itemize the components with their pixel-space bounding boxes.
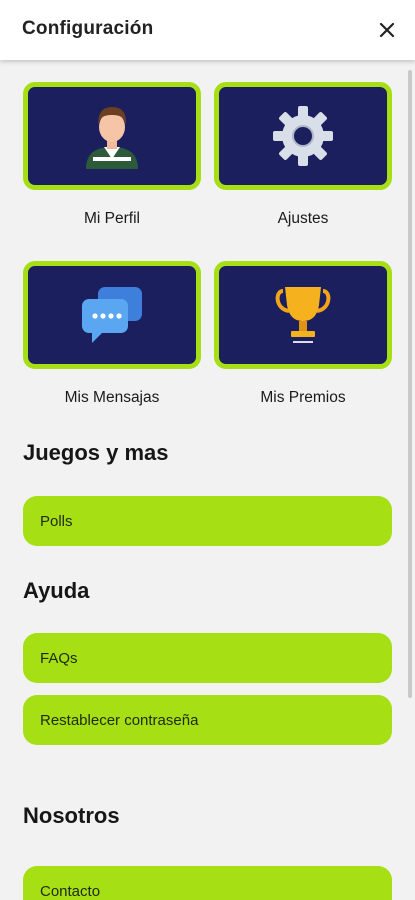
messages-button[interactable] [23, 261, 201, 369]
app-header: Configuración [0, 0, 415, 60]
tile-settings[interactable]: Ajustes [214, 82, 392, 228]
page-title: Configuración [22, 18, 154, 39]
faqs-button[interactable]: FAQs [23, 633, 392, 683]
trophy-icon [275, 287, 331, 343]
gear-icon [273, 106, 333, 166]
close-icon[interactable] [377, 20, 397, 40]
section-title-about: Nosotros [23, 803, 120, 828]
tile-prizes[interactable]: Mis Premios [214, 261, 392, 407]
section-title-help: Ayuda [23, 578, 90, 603]
scrollbar[interactable] [408, 70, 412, 698]
tile-label-messages: Mis Mensajas [64, 389, 160, 406]
profile-button[interactable] [23, 82, 201, 190]
contact-button[interactable]: Contacto [23, 866, 392, 900]
settings-content: Mi Perfil Ajustes Mis Mensajas Mis Premi… [0, 60, 415, 900]
section-title-games: Juegos y mas [23, 440, 169, 465]
tile-profile[interactable]: Mi Perfil [23, 82, 201, 228]
chat-bubbles-icon [82, 287, 142, 343]
polls-button[interactable]: Polls [23, 496, 392, 546]
tile-label-settings: Ajustes [277, 210, 329, 227]
reset-password-button[interactable]: Restablecer contraseña [23, 695, 392, 745]
settings-button[interactable] [214, 82, 392, 190]
tile-label-profile: Mi Perfil [84, 210, 140, 227]
prizes-button[interactable] [214, 261, 392, 369]
tile-messages[interactable]: Mis Mensajas [23, 261, 201, 407]
tile-label-prizes: Mis Premios [260, 389, 346, 406]
user-avatar-icon [86, 107, 138, 169]
